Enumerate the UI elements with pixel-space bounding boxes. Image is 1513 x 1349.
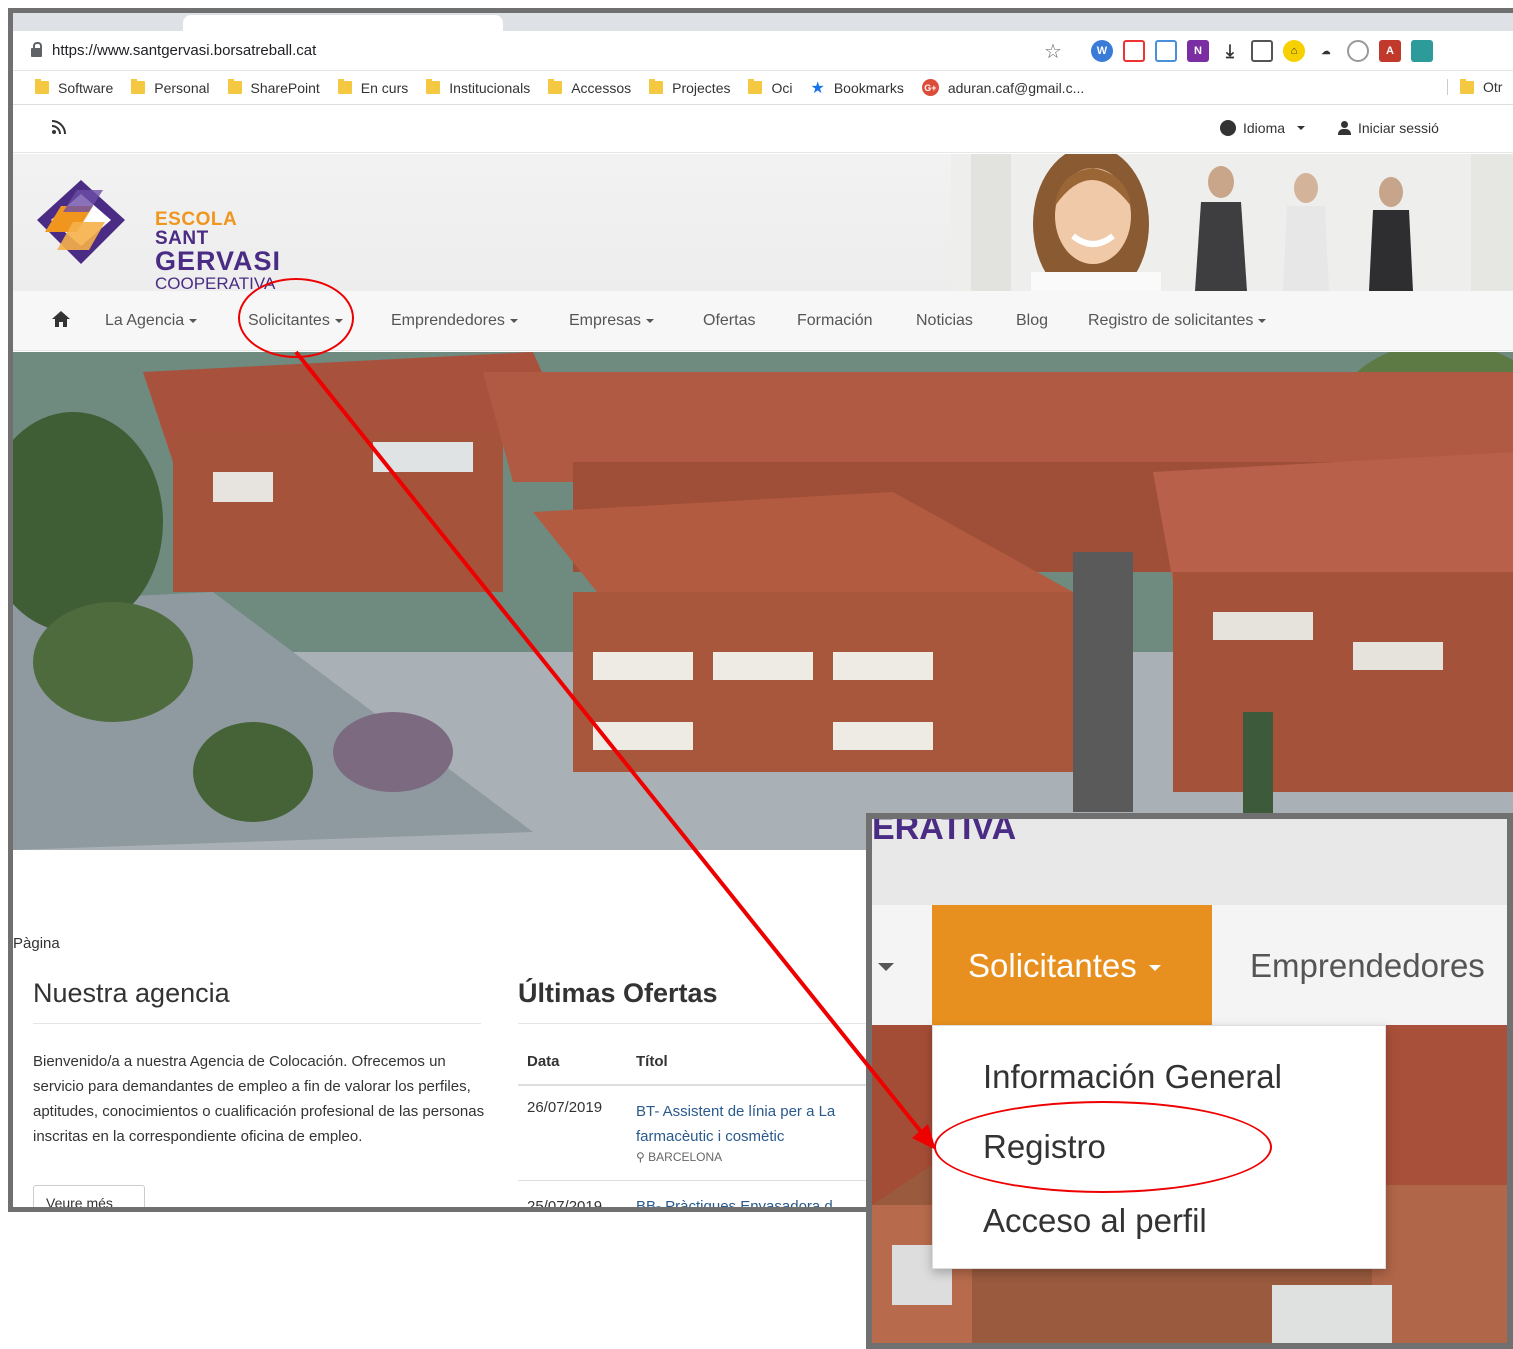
offers-heading: Últimas Ofertas <box>518 978 718 1008</box>
home-icon[interactable] <box>51 309 71 329</box>
offer-location: ⚲ BARCELONA <box>636 1150 723 1164</box>
folder-icon <box>35 79 49 94</box>
zoom-nav: Solicitantes Emprendedores <box>872 905 1507 1025</box>
menu-item-acceso-perfil[interactable]: Acceso al perfil <box>983 1202 1207 1240</box>
github-icon[interactable] <box>1347 40 1369 62</box>
bookmark-gmail[interactable]: G+ aduran.caf@gmail.c... <box>921 79 1084 96</box>
extensions-bar: W N ⤓ ⌂ ☁ A <box>1091 40 1433 62</box>
nav-ofertas[interactable]: Ofertas <box>703 312 755 330</box>
globe-icon <box>1220 120 1236 136</box>
caret-down-icon <box>1297 126 1306 130</box>
caret-down-icon <box>1258 318 1267 323</box>
caret-down-icon <box>1148 965 1161 972</box>
divider <box>518 1023 918 1024</box>
site-header: ESCOLA SANT GERVASI COOPERATIVA <box>13 146 1513 302</box>
more-button[interactable]: Veure més <box>33 1185 145 1207</box>
bookmark-oci[interactable]: Oci <box>748 79 792 96</box>
caret-down-icon <box>189 318 198 323</box>
active-tab[interactable] <box>183 15 503 31</box>
divider <box>33 1023 481 1024</box>
page-label: Pàgina <box>13 935 60 952</box>
nav-noticias[interactable]: Noticias <box>916 312 973 330</box>
star-icon: ★ <box>810 79 825 97</box>
google-plus-icon: G+ <box>921 79 939 96</box>
column-header-date: Data <box>527 1053 560 1070</box>
nav-blog[interactable]: Blog <box>1016 312 1048 330</box>
pocket-icon[interactable] <box>1123 40 1145 62</box>
url-text: https://www.santgervasi.borsatreball.cat <box>52 42 317 59</box>
map-marker-icon: ⚲ <box>636 1150 645 1164</box>
download-icon[interactable]: ⤓ <box>1219 40 1241 62</box>
folder-icon <box>426 79 441 94</box>
nav-formacion[interactable]: Formación <box>797 312 873 330</box>
folder-icon <box>748 79 763 94</box>
zoom-nav-solicitantes[interactable]: Solicitantes <box>932 905 1212 1025</box>
school-logo[interactable]: ESCOLA SANT GERVASI COOPERATIVA <box>33 176 293 292</box>
caret-down-icon <box>509 318 518 323</box>
bookmark-other[interactable]: Otr <box>1447 78 1502 95</box>
offer-title-link[interactable]: BB- Pràctiques Envasadora d <box>636 1198 833 1207</box>
highlight-ellipse-registro <box>934 1101 1272 1193</box>
caret-down-icon <box>646 318 655 323</box>
divider <box>518 1084 918 1086</box>
bookmark-software[interactable]: Software <box>35 79 113 96</box>
extension-icon[interactable]: ⌂ <box>1283 40 1305 62</box>
site-topbar: Idioma Iniciar sessió <box>13 105 1513 153</box>
folder-icon <box>227 79 242 94</box>
login-link[interactable]: Iniciar sessió <box>1337 120 1439 136</box>
bookmark-sharepoint[interactable]: SharePoint <box>227 79 320 96</box>
lock-icon <box>31 42 42 57</box>
offer-title-link[interactable]: BT- Assistent de línia per a La farmacèu… <box>636 1099 896 1149</box>
column-header-title: Títol <box>636 1053 668 1070</box>
folder-icon <box>548 79 563 94</box>
offer-date: 26/07/2019 <box>527 1099 603 1116</box>
nav-la-agencia[interactable]: La Agencia <box>105 312 198 330</box>
divider <box>518 1180 918 1181</box>
nav-empresas[interactable]: Empresas <box>569 312 655 330</box>
zoom-inset: ERATIVA Solicitantes Emprendedores Infor… <box>866 813 1513 1349</box>
layout-icon[interactable] <box>1251 40 1273 62</box>
agency-heading: Nuestra agencia <box>33 978 230 1008</box>
folder-icon <box>649 79 664 94</box>
highlight-ellipse-solicitantes <box>238 278 354 358</box>
bookmark-star-icon[interactable]: ☆ <box>1044 39 1062 64</box>
url-field[interactable]: https://www.santgervasi.borsatreball.cat <box>31 42 316 59</box>
zoom-header-strip: ERATIVA <box>872 819 1507 905</box>
onenote-icon[interactable]: N <box>1187 40 1209 62</box>
pdf-icon[interactable]: A <box>1379 40 1401 62</box>
logo-mark-icon <box>37 180 125 264</box>
screenshot-icon[interactable] <box>1155 40 1177 62</box>
logo-text: ESCOLA SANT GERVASI COOPERATIVA <box>155 209 282 293</box>
caret-down-icon <box>878 963 894 971</box>
user-icon <box>1337 121 1351 135</box>
folder-icon <box>337 79 352 94</box>
folder-icon <box>1460 78 1474 94</box>
zoom-nav-emprendedores[interactable]: Emprendedores <box>1250 947 1485 985</box>
bookmark-institucionals[interactable]: Institucionals <box>426 79 530 96</box>
offer-date: 25/07/2019 <box>527 1198 603 1212</box>
folder-icon <box>131 79 146 94</box>
w-icon[interactable]: W <box>1091 40 1113 62</box>
language-dropdown[interactable]: Idioma <box>1220 120 1306 136</box>
agency-description: Bienvenido/a a nuestra Agencia de Coloca… <box>33 1053 485 1145</box>
bookmark-bookmarks[interactable]: ★ Bookmarks <box>810 78 903 98</box>
tab-strip <box>13 13 1513 31</box>
window-icon[interactable] <box>1411 40 1433 62</box>
cloud-icon[interactable]: ☁ <box>1315 40 1337 62</box>
menu-item-informacion-general[interactable]: Información General <box>983 1058 1282 1096</box>
bookmark-accessos[interactable]: Accessos <box>548 79 631 96</box>
bookmark-personal[interactable]: Personal <box>131 79 210 96</box>
header-banner-photo <box>951 146 1513 302</box>
address-bar: https://www.santgervasi.borsatreball.cat… <box>13 31 1513 71</box>
nav-emprendedores[interactable]: Emprendedores <box>391 312 518 330</box>
bookmarks-bar: Software Personal SharePoint En curs Ins… <box>13 71 1513 105</box>
zoom-logo-fragment: ERATIVA <box>872 813 1017 847</box>
nav-registro-solicitantes[interactable]: Registro de solicitantes <box>1088 312 1267 330</box>
rss-icon[interactable] <box>51 119 67 140</box>
hero-school-photo <box>13 352 1513 850</box>
bookmark-en-curs[interactable]: En curs <box>337 79 408 96</box>
bookmark-projectes[interactable]: Projectes <box>649 79 730 96</box>
